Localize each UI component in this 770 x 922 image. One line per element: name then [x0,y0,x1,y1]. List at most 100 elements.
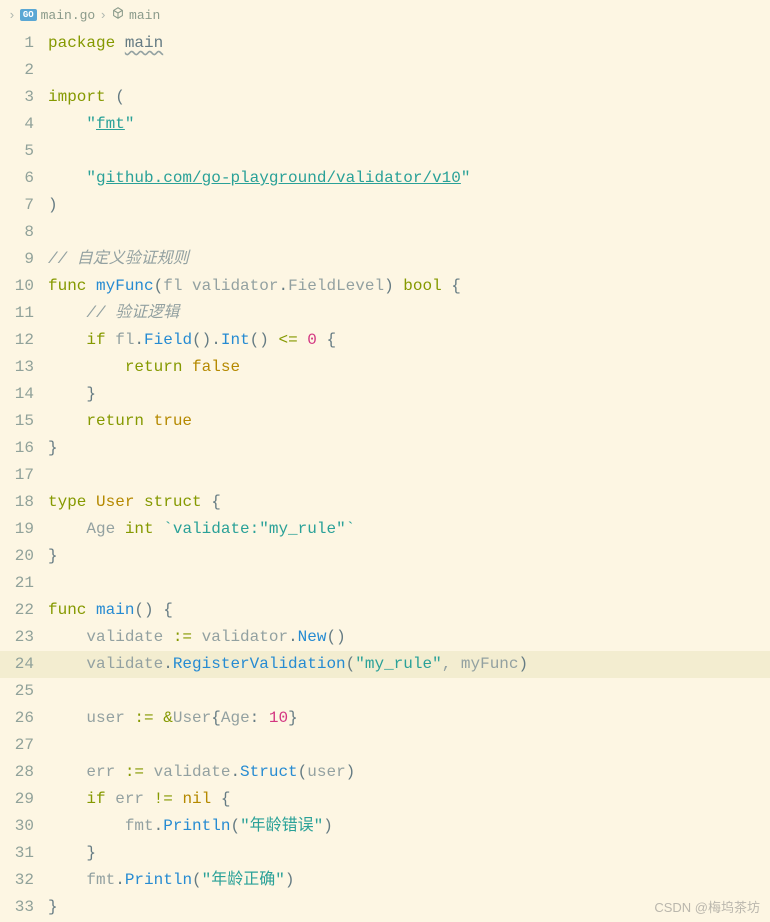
line-number: 5 [0,138,48,165]
code-line[interactable]: 21 [0,570,770,597]
line-number: 17 [0,462,48,489]
code-line[interactable]: 31 } [0,840,770,867]
line-number: 19 [0,516,48,543]
code-content[interactable]: Age int `validate:"my_rule"` [48,516,355,543]
line-number: 27 [0,732,48,759]
line-number: 18 [0,489,48,516]
code-line[interactable]: 1package main [0,30,770,57]
line-number: 6 [0,165,48,192]
line-number: 8 [0,219,48,246]
code-line[interactable]: 17 [0,462,770,489]
code-content[interactable]: import ( [48,84,125,111]
code-line[interactable]: 28 err := validate.Struct(user) [0,759,770,786]
code-content[interactable]: return true [48,408,192,435]
code-content[interactable]: user := &User{Age: 10} [48,705,298,732]
code-content[interactable]: validate.RegisterValidation("my_rule", m… [48,651,528,678]
line-number: 24 [0,651,48,678]
line-number: 30 [0,813,48,840]
code-line[interactable]: 10func myFunc(fl validator.FieldLevel) b… [0,273,770,300]
line-number: 29 [0,786,48,813]
code-content[interactable]: fmt.Println("年龄错误") [48,813,333,840]
line-number: 11 [0,300,48,327]
code-content[interactable]: fmt.Println("年龄正确") [48,867,294,894]
code-line[interactable]: 26 user := &User{Age: 10} [0,705,770,732]
code-content[interactable]: return false [48,354,240,381]
line-number: 14 [0,381,48,408]
code-line[interactable]: 30 fmt.Println("年龄错误") [0,813,770,840]
code-content[interactable]: func main() { [48,597,173,624]
code-line[interactable]: 22func main() { [0,597,770,624]
code-content[interactable]: } [48,543,58,570]
code-content[interactable]: "github.com/go-playground/validator/v10" [48,165,470,192]
line-number: 22 [0,597,48,624]
go-file-icon: GO [20,9,37,21]
code-editor[interactable]: 1package main23import (4 "fmt"56 "github… [0,30,770,921]
line-number: 7 [0,192,48,219]
code-content[interactable]: } [48,435,58,462]
code-content[interactable]: } [48,381,96,408]
line-number: 25 [0,678,48,705]
line-number: 4 [0,111,48,138]
code-content[interactable]: // 自定义验证规则 [48,246,189,273]
code-content[interactable]: } [48,894,58,921]
line-number: 26 [0,705,48,732]
line-number: 9 [0,246,48,273]
line-number: 15 [0,408,48,435]
line-number: 28 [0,759,48,786]
symbol-icon [111,6,125,24]
line-number: 3 [0,84,48,111]
code-content[interactable]: package main [48,30,163,57]
code-line[interactable]: 27 [0,732,770,759]
code-line[interactable]: 2 [0,57,770,84]
code-content[interactable]: // 验证逻辑 [48,300,179,327]
code-line[interactable]: 15 return true [0,408,770,435]
code-content[interactable]: if err != nil { [48,786,230,813]
watermark: CSDN @梅坞茶坊 [654,897,760,916]
code-content[interactable]: type User struct { [48,489,221,516]
line-number: 32 [0,867,48,894]
line-number: 20 [0,543,48,570]
code-line[interactable]: 11 // 验证逻辑 [0,300,770,327]
code-line[interactable]: 5 [0,138,770,165]
code-line[interactable]: 25 [0,678,770,705]
chevron-right-icon: › [99,8,107,23]
code-line[interactable]: 16} [0,435,770,462]
code-content[interactable]: } [48,840,96,867]
line-number: 2 [0,57,48,84]
code-content[interactable]: err := validate.Struct(user) [48,759,355,786]
line-number: 21 [0,570,48,597]
breadcrumb[interactable]: › GO main.go › main [0,0,770,30]
line-number: 1 [0,30,48,57]
code-line[interactable]: 7) [0,192,770,219]
code-line[interactable]: 23 validate := validator.New() [0,624,770,651]
line-number: 23 [0,624,48,651]
code-line[interactable]: 20} [0,543,770,570]
line-number: 31 [0,840,48,867]
code-line[interactable]: 4 "fmt" [0,111,770,138]
line-number: 16 [0,435,48,462]
line-number: 12 [0,327,48,354]
code-line[interactable]: 29 if err != nil { [0,786,770,813]
code-content[interactable]: ) [48,192,58,219]
code-line[interactable]: 3import ( [0,84,770,111]
code-line[interactable]: 24 validate.RegisterValidation("my_rule"… [0,651,770,678]
code-content[interactable]: "fmt" [48,111,134,138]
code-line[interactable]: 6 "github.com/go-playground/validator/v1… [0,165,770,192]
line-number: 33 [0,894,48,921]
code-content[interactable]: func myFunc(fl validator.FieldLevel) boo… [48,273,461,300]
chevron-right-icon: › [8,8,16,23]
breadcrumb-symbol[interactable]: main [129,8,160,23]
code-content[interactable]: validate := validator.New() [48,624,346,651]
code-line[interactable]: 12 if fl.Field().Int() <= 0 { [0,327,770,354]
code-line[interactable]: 19 Age int `validate:"my_rule"` [0,516,770,543]
code-content[interactable]: if fl.Field().Int() <= 0 { [48,327,336,354]
code-line[interactable]: 8 [0,219,770,246]
code-line[interactable]: 32 fmt.Println("年龄正确") [0,867,770,894]
breadcrumb-file[interactable]: main.go [41,8,96,23]
code-line[interactable]: 13 return false [0,354,770,381]
code-line[interactable]: 14 } [0,381,770,408]
line-number: 13 [0,354,48,381]
code-line[interactable]: 18type User struct { [0,489,770,516]
line-number: 10 [0,273,48,300]
code-line[interactable]: 9// 自定义验证规则 [0,246,770,273]
